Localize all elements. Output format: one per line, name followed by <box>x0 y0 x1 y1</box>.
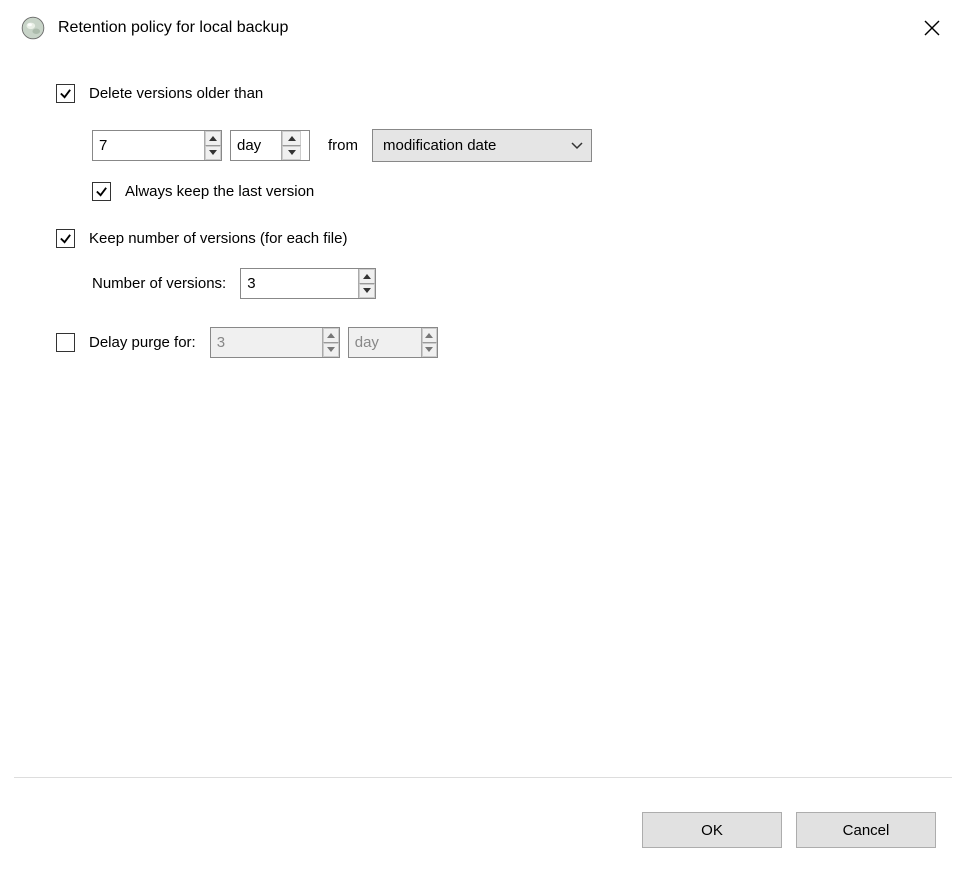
delete-older-checkbox[interactable] <box>56 84 75 103</box>
spinner-buttons <box>281 131 301 160</box>
keep-last-label: Always keep the last version <box>125 183 314 200</box>
chevron-down-icon <box>571 137 583 154</box>
spin-down-button[interactable] <box>359 284 375 299</box>
spinner-buttons <box>358 269 375 298</box>
num-versions-input[interactable] <box>241 269 358 298</box>
close-icon <box>924 20 940 36</box>
spinner-buttons <box>421 328 437 357</box>
close-button[interactable] <box>916 12 948 44</box>
spin-up-button[interactable] <box>205 131 221 146</box>
from-label: from <box>328 137 358 154</box>
keep-versions-label: Keep number of versions (for each file) <box>89 230 347 247</box>
check-icon <box>95 185 108 198</box>
delete-older-label: Delete versions older than <box>89 85 263 102</box>
triangle-up-icon <box>288 136 296 141</box>
triangle-down-icon <box>288 150 296 155</box>
num-versions-row: Number of versions: <box>92 268 910 299</box>
delete-older-value-spinner[interactable] <box>92 130 222 161</box>
delay-purge-row: Delay purge for: <box>56 327 910 358</box>
triangle-down-icon <box>327 347 335 352</box>
triangle-up-icon <box>209 136 217 141</box>
separator <box>14 777 952 778</box>
app-icon <box>20 15 46 41</box>
ok-button[interactable]: OK <box>642 812 782 848</box>
from-dropdown-value: modification date <box>383 137 496 154</box>
dialog-title: Retention policy for local backup <box>58 19 288 37</box>
triangle-down-icon <box>425 347 433 352</box>
from-dropdown[interactable]: modification date <box>372 129 592 162</box>
spin-up-button[interactable] <box>282 131 301 146</box>
delete-older-row: Delete versions older than <box>56 84 910 103</box>
titlebar-left: Retention policy for local backup <box>20 15 288 41</box>
spin-down-button[interactable] <box>282 146 301 161</box>
triangle-up-icon <box>425 333 433 338</box>
keep-last-row: Always keep the last version <box>92 182 910 201</box>
spin-up-button[interactable] <box>359 269 375 284</box>
check-icon <box>59 87 72 100</box>
cancel-button[interactable]: Cancel <box>796 812 936 848</box>
keep-last-checkbox[interactable] <box>92 182 111 201</box>
titlebar: Retention policy for local backup <box>0 0 966 54</box>
delay-purge-checkbox[interactable] <box>56 333 75 352</box>
delay-purge-value-input[interactable] <box>211 328 322 357</box>
keep-versions-row: Keep number of versions (for each file) <box>56 229 910 248</box>
delay-purge-label: Delay purge for: <box>89 334 196 351</box>
footer: OK Cancel <box>642 812 936 848</box>
delete-older-unit-input[interactable] <box>231 131 281 160</box>
delete-older-controls: from modification date <box>92 129 910 162</box>
spinner-buttons <box>204 131 221 160</box>
dialog-content: Delete versions older than from modifica… <box>0 54 966 358</box>
check-icon <box>59 232 72 245</box>
spin-down-button[interactable] <box>205 146 221 161</box>
triangle-down-icon <box>363 288 371 293</box>
spin-down-button[interactable] <box>422 343 437 358</box>
num-versions-label: Number of versions: <box>92 275 226 292</box>
delay-purge-unit-spinner[interactable] <box>348 327 438 358</box>
spin-down-button[interactable] <box>323 343 339 358</box>
triangle-up-icon <box>327 333 335 338</box>
keep-versions-checkbox[interactable] <box>56 229 75 248</box>
spin-up-button[interactable] <box>323 328 339 343</box>
delay-purge-value-spinner[interactable] <box>210 327 340 358</box>
spinner-buttons <box>322 328 339 357</box>
num-versions-spinner[interactable] <box>240 268 376 299</box>
delete-older-value-input[interactable] <box>93 131 204 160</box>
triangle-down-icon <box>209 150 217 155</box>
spin-up-button[interactable] <box>422 328 437 343</box>
triangle-up-icon <box>363 274 371 279</box>
delete-older-unit-spinner[interactable] <box>230 130 310 161</box>
delay-purge-unit-input[interactable] <box>349 328 421 357</box>
